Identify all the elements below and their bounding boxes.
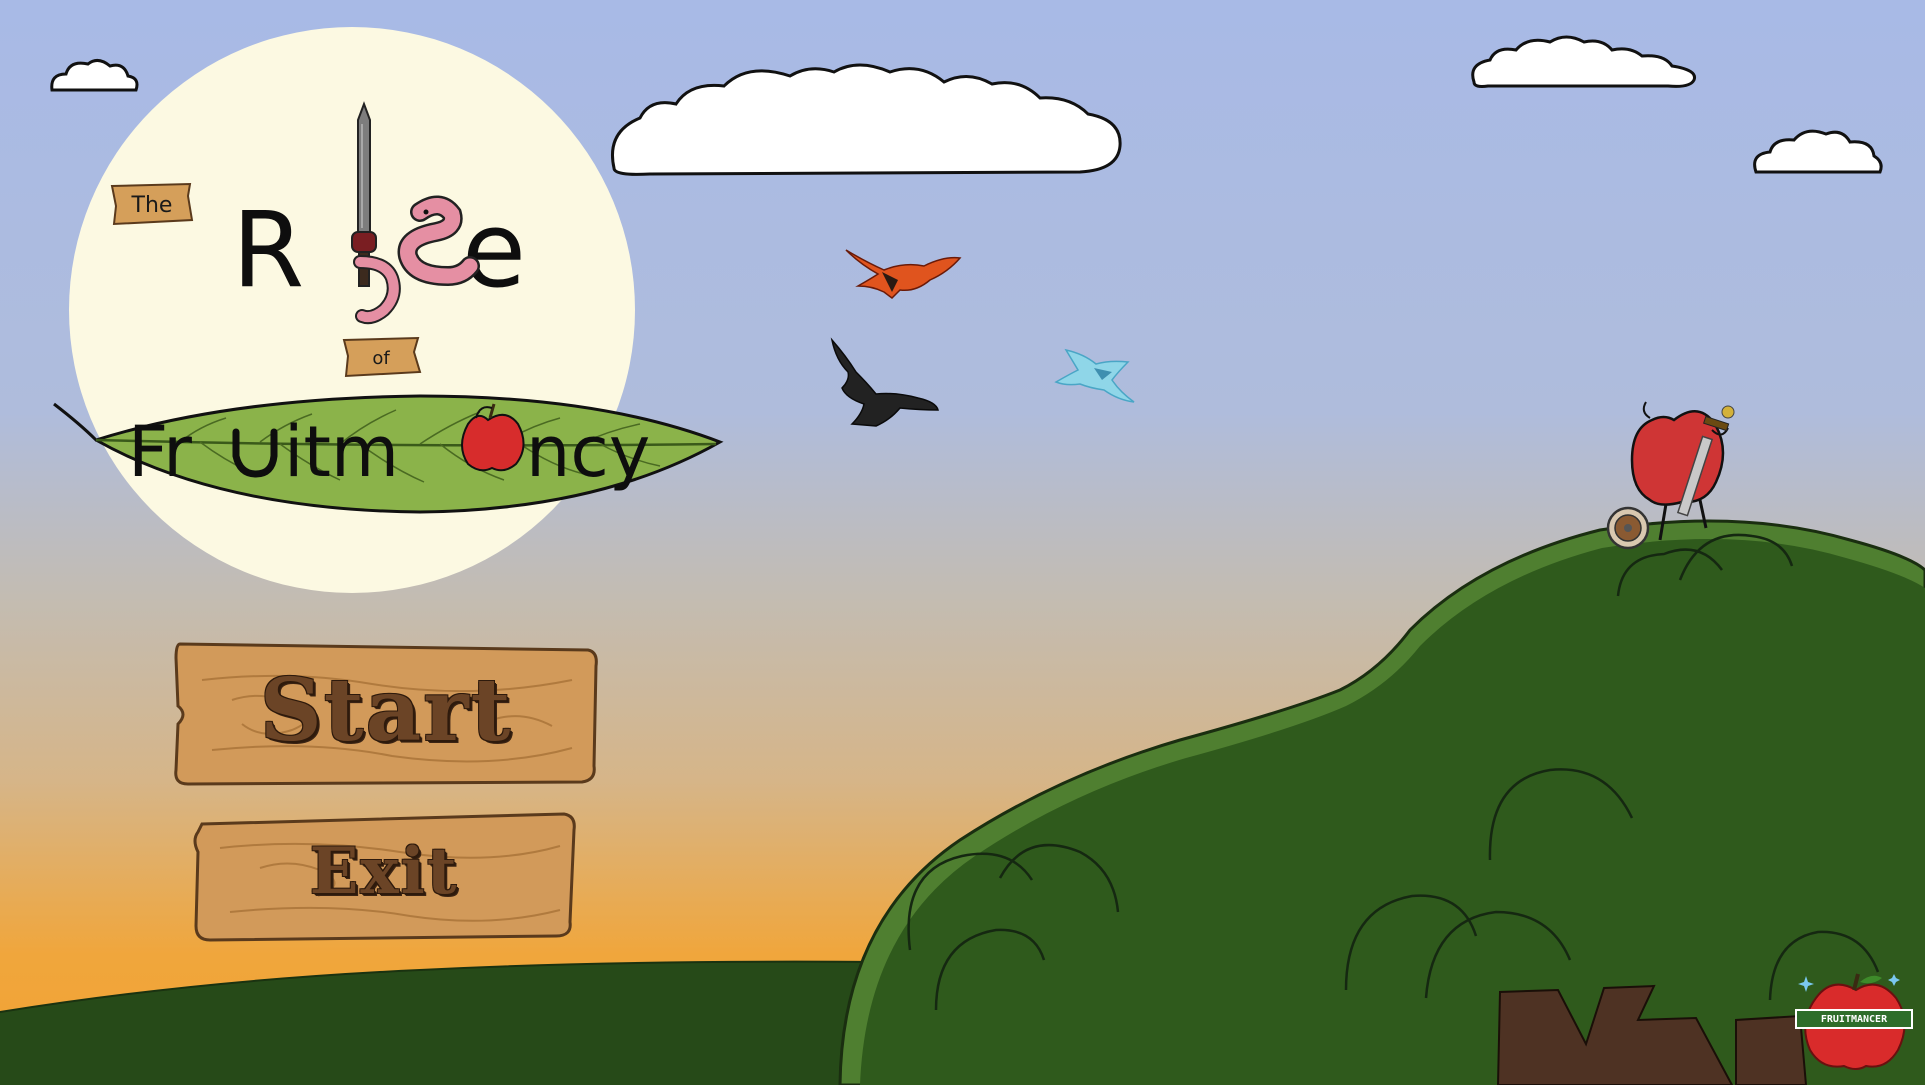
badge-text: FRUITMANCER [1820, 1014, 1888, 1025]
fruitmancer-badge: FRUITMANCER [1794, 968, 1914, 1074]
title-the: The [131, 193, 173, 218]
title-of: of [372, 348, 390, 369]
title-screen: The R e of Fr itm ncy Start Exit FRUITMA… [0, 0, 1925, 1085]
svg-text:itm: itm [284, 411, 399, 493]
the-plank: The [110, 182, 194, 226]
start-button[interactable]: Start [172, 640, 600, 790]
worm-icon [353, 195, 480, 325]
svg-text:e: e [462, 189, 526, 311]
title-fruitmancy: Fr [128, 411, 192, 493]
exit-plank [193, 812, 576, 942]
start-plank [174, 642, 598, 786]
of-plank: of [342, 336, 422, 378]
svg-text:ncy: ncy [526, 411, 650, 493]
exit-button[interactable]: Exit [190, 812, 578, 942]
title-rise: R [232, 189, 304, 311]
